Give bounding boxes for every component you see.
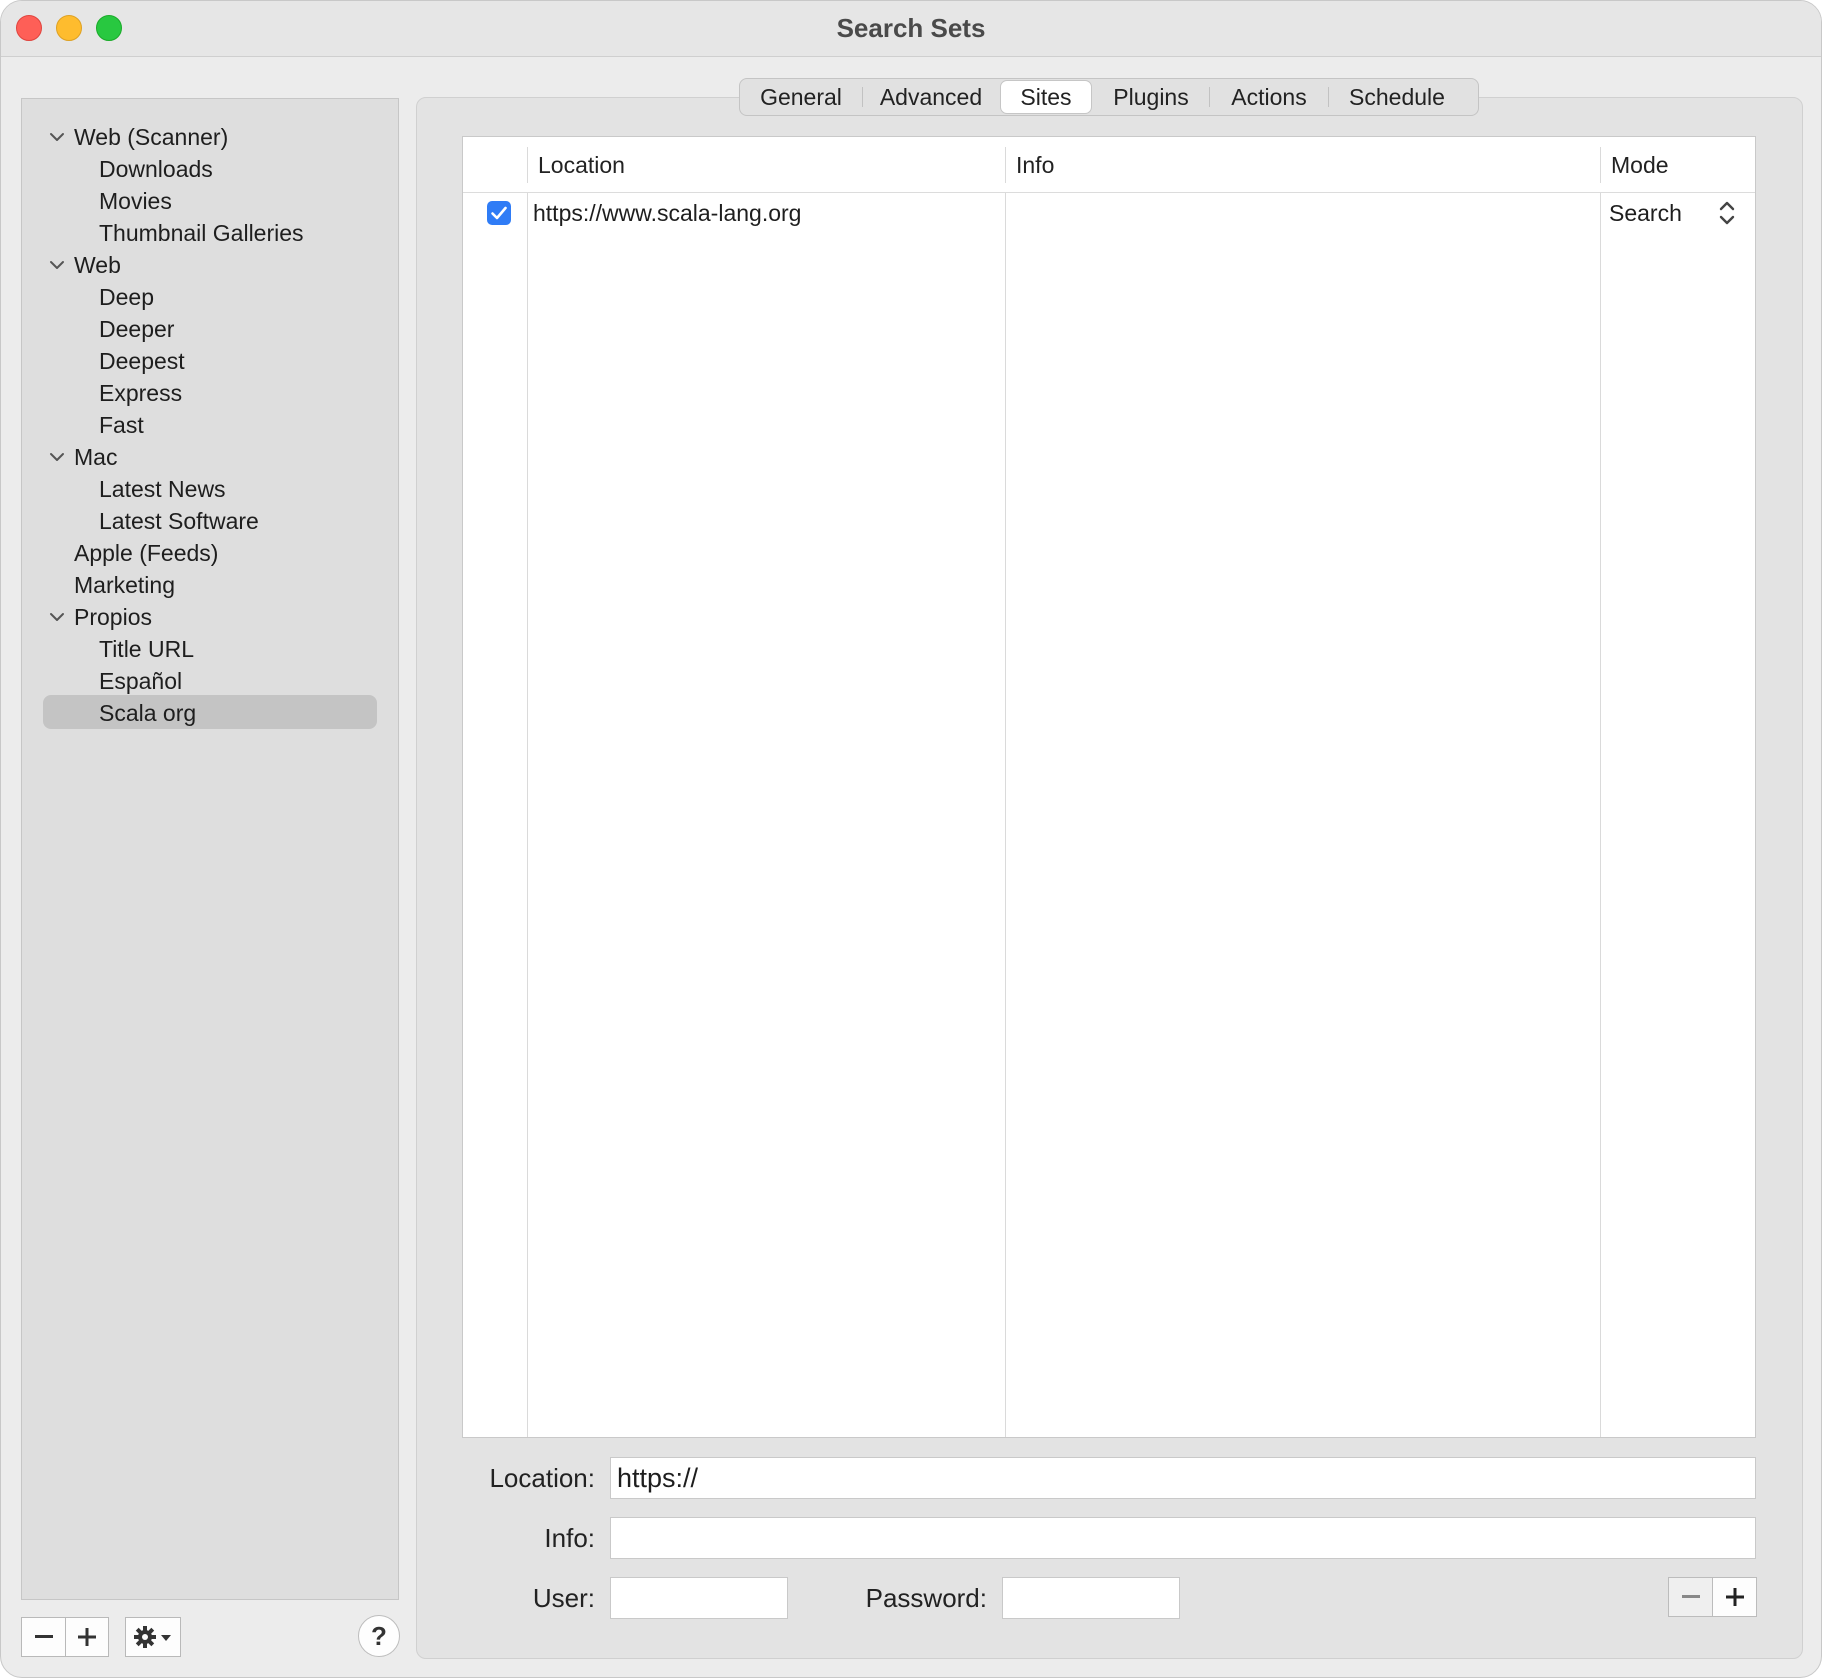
info-label: Info:	[544, 1523, 595, 1553]
sidebar-item-label: Deep	[99, 284, 154, 310]
sidebar-item-label: Apple (Feeds)	[74, 540, 219, 566]
tab-bar: General Advanced Sites Plugins Actions Schedu…	[739, 78, 1479, 116]
password-field[interactable]	[1002, 1577, 1180, 1619]
site-enabled-checkbox[interactable]	[487, 201, 511, 225]
sidebar-item-label: Web (Scanner)	[74, 124, 229, 150]
sidebar-item-label: Title URL	[99, 636, 194, 662]
search-sets-window: Search Sets Web (Scanner) Downloads Movies…	[0, 0, 1822, 1678]
column-header-info[interactable]: Info	[1016, 137, 1054, 193]
table-row[interactable]: https://www.scala-lang.org Search	[463, 193, 1755, 233]
sidebar-item-label: Fast	[99, 412, 144, 438]
search-sets-sidebar[interactable]: Web (Scanner) Downloads Movies Thumbnail Ga…	[21, 98, 399, 1600]
sidebar-item-label: Marketing	[74, 572, 175, 598]
disclosure-chevron-down-icon[interactable]	[49, 257, 65, 273]
window-title: Search Sets	[836, 13, 986, 43]
site-mode-popup[interactable]: Search	[1609, 193, 1682, 233]
tab-plugins[interactable]: Plugins	[1093, 79, 1209, 115]
column-header-mode[interactable]: Mode	[1611, 137, 1669, 193]
selection-highlight	[43, 695, 377, 729]
password-label: Password:	[865, 1583, 987, 1613]
column-divider[interactable]	[527, 147, 528, 183]
tab-sites[interactable]: Sites	[1000, 80, 1092, 114]
sidebar-item-label: Mac	[74, 444, 118, 470]
user-label: User:	[532, 1583, 595, 1613]
sidebar-item-label: Deeper	[99, 316, 175, 342]
minus-icon	[1681, 1595, 1700, 1598]
disclosure-chevron-down-icon[interactable]	[49, 129, 65, 145]
column-divider[interactable]	[1600, 147, 1601, 183]
sidebar-item[interactable]: Latest Software	[22, 505, 398, 537]
add-site-button[interactable]	[1712, 1577, 1757, 1617]
location-label: Location:	[489, 1463, 595, 1493]
sidebar-item[interactable]: Fast	[22, 409, 398, 441]
sidebar-item[interactable]: Thumbnail Galleries	[22, 217, 398, 249]
remove-set-button[interactable]	[21, 1617, 66, 1657]
sidebar-item[interactable]: Web	[22, 249, 398, 281]
sidebar-item[interactable]: Latest News	[22, 473, 398, 505]
sidebar-item-label: Downloads	[99, 156, 213, 182]
sidebar-item-label: Español	[99, 668, 183, 694]
sidebar-item-label: Express	[99, 380, 183, 406]
sidebar-item-label: Movies	[99, 188, 172, 214]
sidebar-item[interactable]: Apple (Feeds)	[22, 537, 398, 569]
sites-table[interactable]: Location Info Mode https://www.scala-lan…	[462, 136, 1756, 1438]
user-field[interactable]	[610, 1577, 788, 1619]
column-divider	[527, 193, 528, 1437]
sidebar-item[interactable]: Deep	[22, 281, 398, 313]
sidebar-item[interactable]: Scala org	[22, 695, 398, 729]
plus-icon	[78, 1628, 96, 1646]
sidebar-item-label: Latest Software	[99, 508, 259, 534]
remove-site-button[interactable]	[1668, 1577, 1713, 1617]
sidebar-item-label: Deepest	[99, 348, 185, 374]
sidebar-item[interactable]: Express	[22, 377, 398, 409]
sidebar-item-label: Latest News	[99, 476, 226, 502]
sidebar-item[interactable]: Deepest	[22, 345, 398, 377]
sidebar-item[interactable]: Deeper	[22, 313, 398, 345]
sidebar-item[interactable]: Propios	[22, 601, 398, 633]
tab-general[interactable]: General	[740, 79, 862, 115]
tab-actions[interactable]: Actions	[1210, 79, 1328, 115]
sidebar-item-label: Scala org	[99, 700, 197, 726]
disclosure-chevron-down-icon[interactable]	[49, 609, 65, 625]
checkmark-icon	[491, 206, 507, 220]
location-field[interactable]: https://	[610, 1457, 1756, 1499]
sidebar-item[interactable]: Web (Scanner)	[22, 121, 398, 153]
plus-icon	[1725, 1588, 1744, 1606]
add-set-button[interactable]	[65, 1617, 109, 1657]
mode-chevron-updown-icon[interactable]	[1718, 199, 1736, 227]
disclosure-chevron-down-icon[interactable]	[49, 449, 65, 465]
sidebar-item[interactable]: Mac	[22, 441, 398, 473]
column-divider	[1005, 193, 1006, 1437]
help-button[interactable]: ?	[358, 1615, 400, 1657]
title-bar: Search Sets	[1, 1, 1821, 57]
tab-advanced[interactable]: Advanced	[863, 79, 999, 115]
sidebar-item[interactable]: Español	[22, 665, 398, 697]
sidebar-item[interactable]: Title URL	[22, 633, 398, 665]
column-divider[interactable]	[1005, 147, 1006, 183]
column-header-location[interactable]: Location	[538, 137, 625, 193]
gear-icon	[134, 1626, 171, 1648]
sidebar-item-label: Thumbnail Galleries	[99, 220, 304, 246]
sidebar-item[interactable]: Marketing	[22, 569, 398, 601]
column-divider	[1600, 193, 1601, 1437]
sidebar-item-label: Web	[74, 252, 121, 278]
sidebar-item[interactable]: Downloads	[22, 153, 398, 185]
info-field[interactable]	[610, 1517, 1756, 1559]
minus-icon	[34, 1635, 53, 1638]
site-location-cell: https://www.scala-lang.org	[533, 200, 802, 226]
sidebar-item-label: Propios	[74, 604, 152, 630]
action-menu-button[interactable]	[125, 1617, 181, 1657]
table-header: Location Info Mode	[463, 137, 1755, 193]
tab-schedule[interactable]: Schedule	[1329, 79, 1465, 115]
sidebar-item[interactable]: Movies	[22, 185, 398, 217]
